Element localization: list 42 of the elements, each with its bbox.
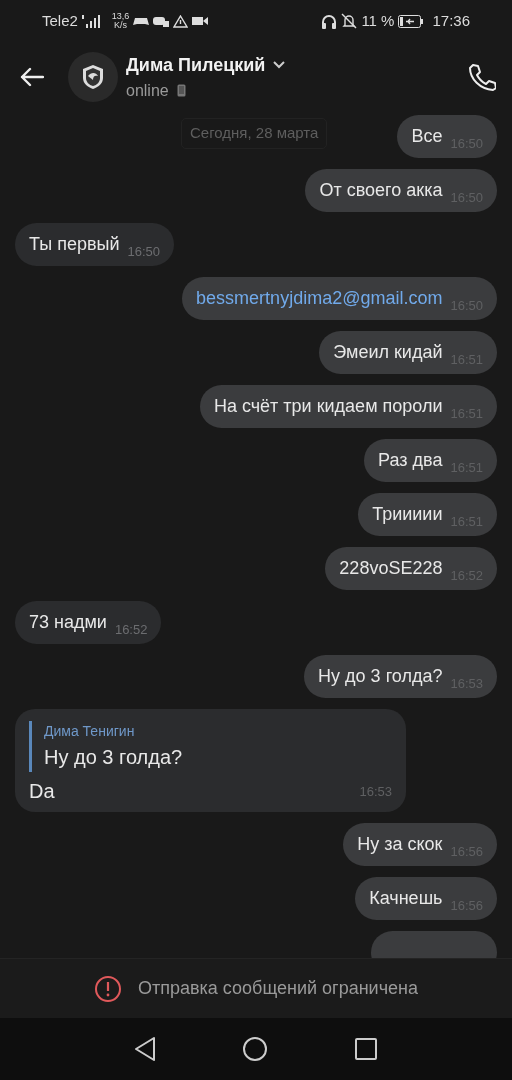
message-time: 16:52 — [114, 620, 148, 639]
call-icon[interactable] — [468, 63, 496, 91]
message-text: Da — [29, 779, 55, 804]
message-text: Ты первый — [29, 233, 120, 256]
message-text: 228voSE228 — [339, 557, 443, 580]
message-text: От своего акка — [319, 179, 443, 202]
speed-unit: K/s — [114, 21, 128, 30]
error-icon — [94, 974, 122, 1003]
back-arrow-icon[interactable] — [20, 67, 44, 87]
bell-muted-icon — [341, 13, 358, 29]
message-text: Все — [411, 125, 443, 148]
recents-nav-icon[interactable] — [354, 1037, 378, 1061]
network-speed: 13,6 — [111, 12, 130, 21]
warning-icon — [173, 14, 189, 28]
phone-device-icon — [176, 84, 186, 97]
video-icon — [192, 16, 209, 26]
message-text: На счёт три кидаем пороли — [213, 395, 443, 418]
chevron-down-icon[interactable] — [273, 61, 286, 69]
back-nav-icon[interactable] — [134, 1036, 156, 1062]
message-text: Эмеил кидай — [333, 341, 443, 364]
battery-icon — [398, 14, 425, 28]
message-text: 73 надми — [29, 611, 107, 634]
carrier-name: Tele2 — [42, 10, 78, 31]
reply-author: Дима Тенигин — [44, 722, 136, 741]
message-text: Раз два — [378, 449, 443, 472]
message-text: Триииии — [372, 503, 443, 526]
contact-name[interactable]: Дима Пилецкий — [126, 51, 266, 79]
battery-percent: 11 % — [361, 10, 395, 31]
clock: 17:36 — [432, 10, 470, 31]
message-text: Качнешь — [369, 887, 443, 910]
restriction-notice: Отправка сообщений ограничена — [138, 977, 418, 1000]
message-time: 16:50 — [127, 242, 160, 261]
reply-text: Ну до 3 голда? — [44, 745, 184, 770]
avatar[interactable] — [68, 52, 118, 102]
message-text: Ну до 3 голда? — [318, 665, 443, 688]
message-text: Ну за скок — [357, 833, 443, 856]
date-chip: Сегодня, 28 марта — [181, 118, 328, 149]
reply-quote[interactable]: Дима Тенигин Ну до 3 голда? — [29, 721, 392, 772]
email-link[interactable]: bessmertnyjdima2@gmail.com — [196, 285, 443, 312]
headphones-icon — [321, 13, 338, 29]
home-nav-icon[interactable] — [242, 1036, 268, 1062]
presence-status: online — [126, 80, 169, 101]
